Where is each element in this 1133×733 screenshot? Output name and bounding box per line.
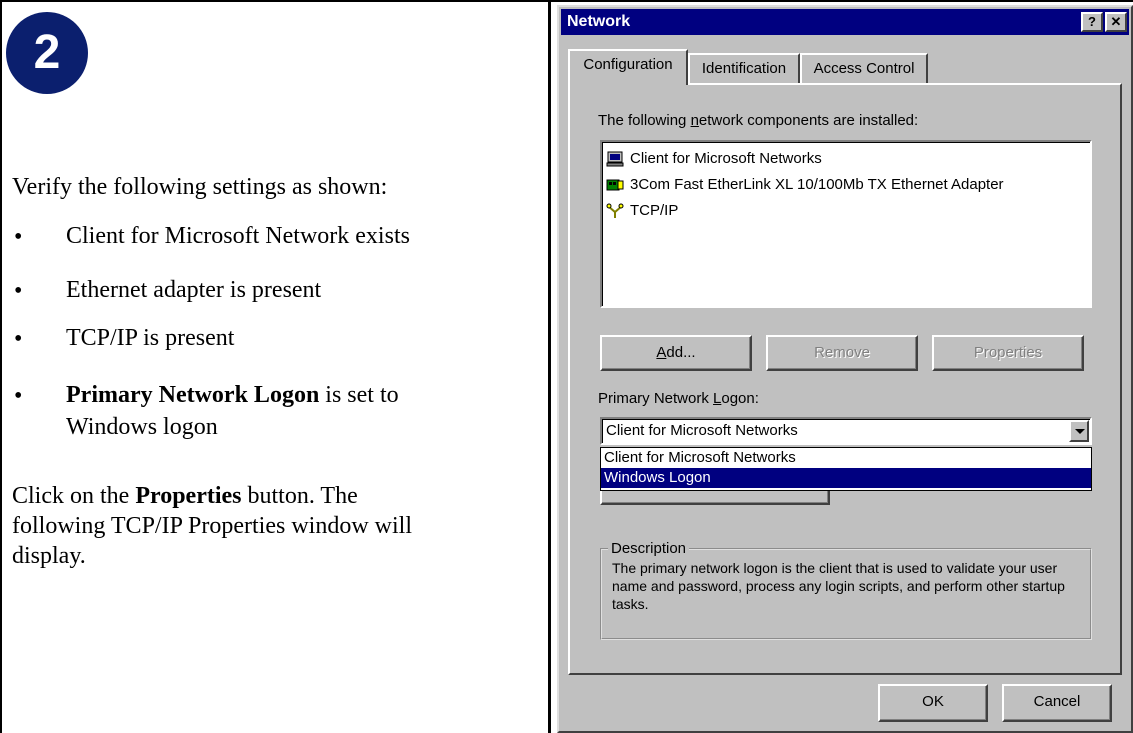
help-button[interactable]: ? [1081,12,1103,32]
component-label: Client for Microsoft Networks [630,150,822,167]
list-item[interactable]: Client for Microsoft Networks [606,146,822,172]
primary-logon-label: Primary Network Logon: [598,390,759,407]
click-text-part: Click on the [12,483,136,509]
bullet-tcpip: TCP/IP is present [66,325,235,351]
click-text-bold: Properties [135,483,242,509]
logon-rest-text: is set to [319,382,399,408]
component-label: 3Com Fast EtherLink XL 10/100Mb TX Ether… [630,176,1004,193]
component-label: TCP/IP [630,202,679,219]
network-adapter-icon [606,179,624,191]
bullet-marker: • [14,278,23,304]
dialog-titlebar[interactable]: Network ? ✕ [561,9,1129,35]
list-item[interactable]: TCP/IP [606,198,678,224]
description-title: Description [608,540,690,557]
description-text: The primary network logon is the client … [612,560,1065,612]
tab-access-control[interactable]: Access Control [800,53,928,83]
components-label: The following network components are ins… [598,112,918,129]
logon-rest-text-2: Windows logon [66,414,218,440]
instruction-panel [0,0,550,733]
click-text-part: button. The [241,483,358,509]
click-properties-text: Click on the Properties button. The foll… [12,481,532,571]
label-mnemonic: n [690,112,699,129]
click-text-part: following TCP/IP Properties window will [12,513,413,539]
network-dialog: Network ? ✕ Configuration Identification… [557,5,1133,733]
add-mnemonic: A [656,344,667,361]
cancel-button[interactable]: Cancel [1002,684,1112,722]
primary-logon-value: Client for Microsoft Networks [606,422,798,439]
label-part: ogon: [721,390,759,407]
tab-identification[interactable]: Identification [688,53,800,83]
bullet-marker: • [14,224,23,250]
tab-configuration[interactable]: Configuration [568,49,688,85]
bullet-adapter: Ethernet adapter is present [66,277,322,303]
logon-dropdown-list[interactable]: Client for Microsoft Networks Windows Lo… [600,447,1092,491]
label-part: The following [598,112,691,129]
bullet-marker: • [14,326,23,352]
label-part: Primary Network [598,390,714,407]
bullet-client: Client for Microsoft Network exists [66,223,410,249]
label-part: etwork components are installed: [698,112,919,129]
components-listbox[interactable]: Client for Microsoft Networks 3Com Fast … [600,140,1092,308]
list-item[interactable]: 3Com Fast EtherLink XL 10/100Mb TX Ether… [606,172,1004,198]
remove-button[interactable]: Remove [766,335,918,371]
logon-bold-text: Primary Network Logon [66,382,320,408]
network-client-icon [606,151,624,167]
bullet-marker: • [14,383,23,409]
click-text-part: display. [12,543,86,569]
logon-option-client[interactable]: Client for Microsoft Networks [601,448,1091,468]
close-button[interactable]: ✕ [1105,12,1127,32]
add-label: dd... [666,344,696,361]
bullet-logon: Primary Network Logon is set to Windows … [66,379,526,443]
protocol-icon [606,203,624,219]
add-button[interactable]: Add... [600,335,752,371]
primary-logon-select[interactable]: Client for Microsoft Networks [600,417,1092,445]
intro-text: Verify the following settings as shown: [12,174,388,200]
chevron-down-icon[interactable] [1069,420,1089,442]
ok-button[interactable]: OK [878,684,988,722]
step-number-badge: 2 [6,12,88,94]
dialog-title: Network [567,13,631,30]
logon-option-windows[interactable]: Windows Logon [601,468,1091,488]
properties-button[interactable]: Properties [932,335,1084,371]
